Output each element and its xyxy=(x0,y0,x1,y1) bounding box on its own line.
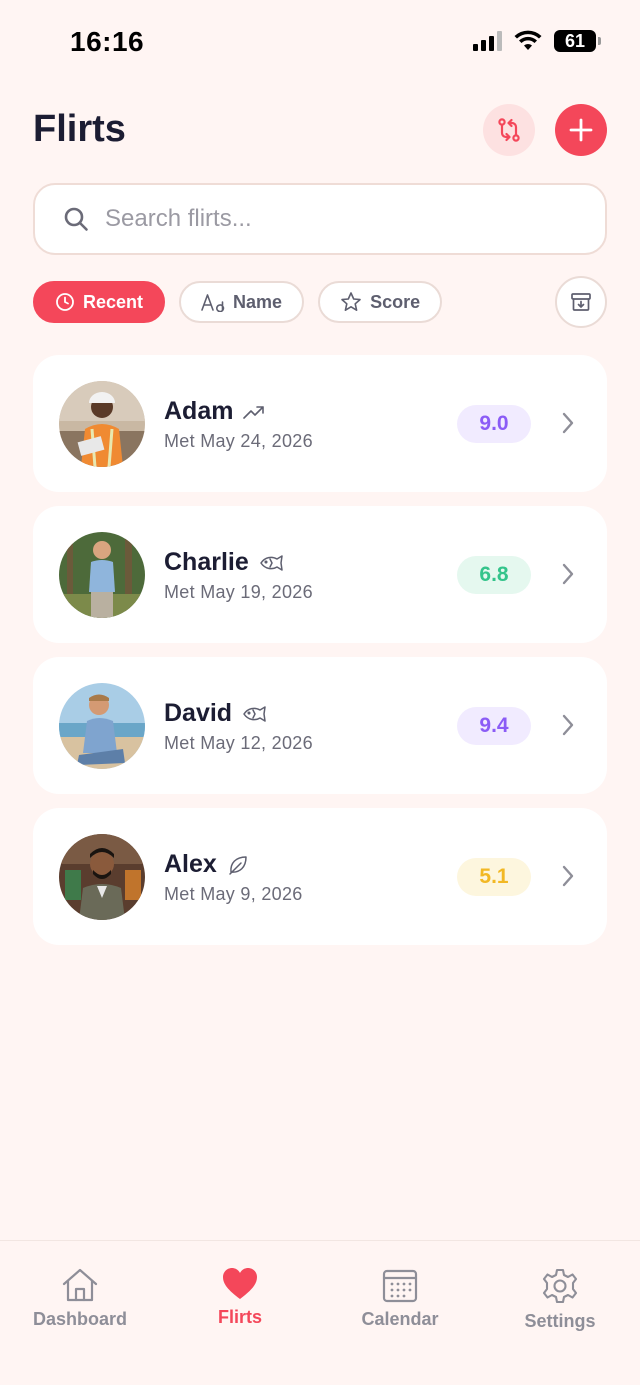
flirt-name: Charlie xyxy=(164,548,249,576)
filter-name-label: Name xyxy=(233,291,283,312)
swap-button[interactable] xyxy=(483,104,535,156)
flirt-card-alex[interactable]: Alex Met May 9, 2026 5.1 xyxy=(33,808,607,945)
flirt-card-david[interactable]: David Met May 12, 2026 9.4 xyxy=(33,657,607,794)
tab-settings-label: Settings xyxy=(524,1311,596,1331)
add-flirt-button[interactable] xyxy=(555,104,607,156)
chevron-right-icon xyxy=(562,865,574,887)
battery-level: 61 xyxy=(564,30,586,51)
avatar xyxy=(59,381,145,467)
gear-icon xyxy=(542,1268,578,1304)
tab-dashboard[interactable]: Dashboard xyxy=(0,1267,160,1330)
avatar xyxy=(59,683,145,769)
trending-up-icon xyxy=(243,405,265,419)
avatar xyxy=(59,834,145,920)
archive-icon xyxy=(571,293,591,311)
heart-icon xyxy=(223,1268,257,1299)
status-time: 16:16 xyxy=(70,26,145,57)
tab-dashboard-label: Dashboard xyxy=(32,1309,128,1329)
tab-settings[interactable]: Settings xyxy=(480,1267,640,1332)
tab-calendar[interactable]: Calendar xyxy=(320,1267,480,1330)
leaf-icon xyxy=(229,855,247,875)
wifi-icon xyxy=(514,30,542,50)
search-input[interactable] xyxy=(105,205,545,233)
name-row: Alex xyxy=(164,850,249,879)
name-row: David xyxy=(164,699,268,728)
calendar-icon xyxy=(382,1269,418,1303)
plus-icon xyxy=(569,118,593,142)
met-date: Met May 24, 2026 xyxy=(164,431,313,451)
flirt-card-charlie[interactable]: Charlie Met May 19, 2026 6.8 xyxy=(33,506,607,643)
flirt-name: Alex xyxy=(164,850,217,878)
home-icon xyxy=(62,1268,98,1302)
search-bar[interactable] xyxy=(33,183,607,255)
chevron-right-icon xyxy=(562,714,574,736)
fish-icon xyxy=(260,554,283,571)
search-icon xyxy=(64,207,88,231)
tab-flirts-label: Flirts xyxy=(217,1307,262,1327)
flirt-name: David xyxy=(164,699,233,727)
met-date: Met May 9, 2026 xyxy=(164,884,303,904)
met-date: Met May 12, 2026 xyxy=(164,733,313,753)
tab-calendar-label: Calendar xyxy=(361,1309,439,1329)
filter-score-label: Score xyxy=(370,291,421,312)
filter-chips: Recent Name Score xyxy=(33,281,443,323)
archive-button[interactable] xyxy=(555,276,607,328)
name-row: Charlie xyxy=(164,548,285,577)
text-icon xyxy=(201,294,225,312)
filter-score[interactable]: Score xyxy=(318,281,443,323)
swap-icon xyxy=(498,118,520,142)
battery-icon: 61 xyxy=(554,30,601,52)
filter-name[interactable]: Name xyxy=(179,281,305,323)
star-icon xyxy=(341,292,361,311)
status-bar: 16:16 61 xyxy=(0,0,640,80)
flirt-card-adam[interactable]: Adam Met May 24, 2026 9.0 xyxy=(33,355,607,492)
score-badge: 9.0 xyxy=(457,405,531,443)
chevron-right-icon xyxy=(562,563,574,585)
filter-recent-label: Recent xyxy=(83,291,144,312)
clock-icon xyxy=(56,293,74,311)
page-title: Flirts xyxy=(33,108,126,150)
signal-icon xyxy=(473,31,502,51)
tab-flirts[interactable]: Flirts xyxy=(160,1267,320,1328)
chevron-right-icon xyxy=(562,412,574,434)
fish-icon xyxy=(243,705,266,722)
status-icons: 61 xyxy=(473,30,601,52)
filter-recent[interactable]: Recent xyxy=(33,281,166,323)
score-badge: 6.8 xyxy=(457,556,531,594)
flirt-name: Adam xyxy=(164,397,234,425)
score-badge: 5.1 xyxy=(457,858,531,896)
tab-bar: Dashboard Flirts Calendar Settings xyxy=(0,1240,640,1385)
name-row: Adam xyxy=(164,397,265,426)
score-badge: 9.4 xyxy=(457,707,531,745)
avatar xyxy=(59,532,145,618)
met-date: Met May 19, 2026 xyxy=(164,582,313,602)
